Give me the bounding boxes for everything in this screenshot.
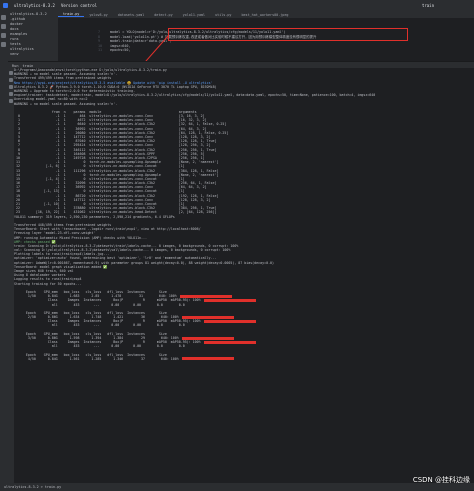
editor-tab[interactable]: yolov8.py xyxy=(84,13,112,17)
more-icon[interactable] xyxy=(1,42,6,47)
editor-tab[interactable]: detect.py xyxy=(149,13,177,17)
editor-tab[interactable]: best_hat_workers00.jpeg xyxy=(236,13,293,17)
editor-tab[interactable]: yolo11.yaml xyxy=(178,13,210,17)
watermark-text: CSDN @挂科边缘 xyxy=(412,476,470,484)
console-line-text: all 453 --- 0.00 0.00 0.0 0.0 xyxy=(14,344,185,349)
progress-bar xyxy=(203,340,256,344)
progress-bar xyxy=(181,315,234,319)
run-label[interactable]: Run xyxy=(12,64,19,68)
console-line-text: Starting training for 50 epochs... xyxy=(14,281,82,286)
console-line-text: all 453 --- 0.00 0.00 0.0 0.0 xyxy=(14,302,185,307)
run-config-label[interactable]: train xyxy=(23,64,34,68)
app-logo-icon xyxy=(3,3,8,8)
progress-bar xyxy=(203,319,256,323)
console-line: 4/50 0.84G 1.561 1.285 1.346 37 640: 100… xyxy=(14,357,474,361)
project-name[interactable]: ultralytics-8.3.2 xyxy=(14,3,55,8)
version-control-menu[interactable]: Version control xyxy=(61,3,97,8)
editor-tab[interactable]: datasets.yaml xyxy=(113,13,150,17)
progress-bar xyxy=(181,357,234,361)
structure-icon[interactable] xyxy=(1,33,6,38)
folder-icon[interactable] xyxy=(1,15,6,20)
project-tree: ultralytics-8.3.2 .github docker docs ex… xyxy=(8,11,58,61)
editor-tab[interactable]: train.py xyxy=(58,12,85,17)
run-console[interactable]: D:\Programs\Anaconda\envs\torch\python.e… xyxy=(14,68,474,483)
highlight-box xyxy=(168,28,408,41)
editor-tab[interactable]: utils.py xyxy=(210,13,236,17)
status-bar: ultralytics-8.3.2 > train.py xyxy=(0,483,474,491)
rerun-icon[interactable] xyxy=(9,71,13,75)
stop-icon[interactable] xyxy=(9,78,13,82)
tree-item[interactable]: venv xyxy=(10,52,56,57)
code-line: epochs=50, xyxy=(110,48,131,53)
run-config-selector[interactable]: train xyxy=(422,3,434,8)
breadcrumb[interactable]: ultralytics-8.3.2 > train.py xyxy=(4,485,61,489)
console-line-text: 4/50 0.84G 1.561 1.285 1.346 37 640: 100… xyxy=(14,356,179,361)
progress-bar xyxy=(181,336,234,340)
title-bar: ultralytics-8.3.2 Version control train xyxy=(0,0,474,11)
console-line-text: YOLO11 summary: 319 layers, 2,590,230 pa… xyxy=(14,214,175,219)
progress-bar xyxy=(203,298,256,302)
console-line-text: all 453 --- 0.00 0.00 0.0 0.0 xyxy=(14,323,185,328)
trash-icon[interactable] xyxy=(9,99,13,103)
progress-bar xyxy=(179,294,232,298)
print-icon[interactable] xyxy=(9,92,13,96)
scroll-icon[interactable] xyxy=(9,85,13,89)
console-line-text: WARNING ⚠ no model scale passed. Assumin… xyxy=(14,101,118,106)
commit-icon[interactable] xyxy=(1,24,6,29)
line-number: 11 xyxy=(98,48,103,53)
